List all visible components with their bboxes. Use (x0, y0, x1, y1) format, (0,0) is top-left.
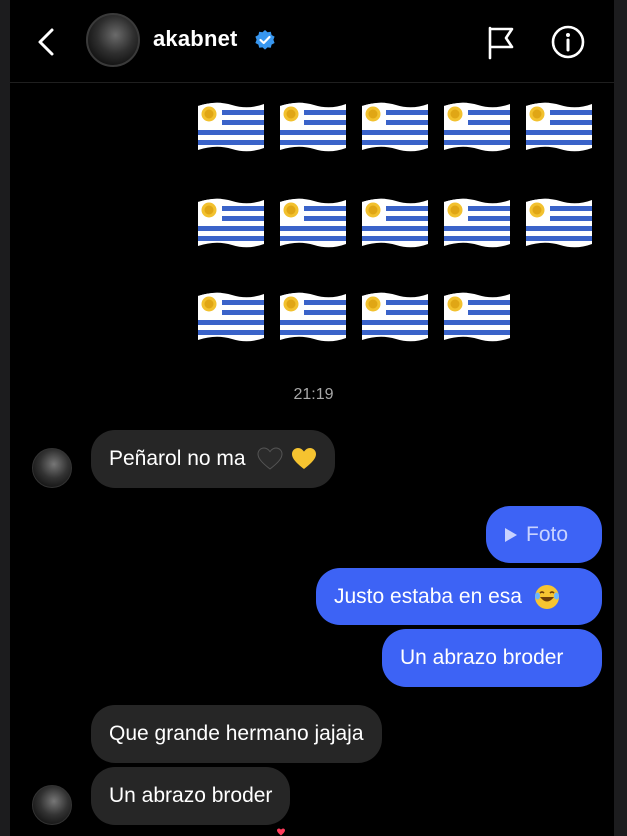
uruguay-flag-icon (524, 196, 594, 248)
black-heart-icon (257, 447, 283, 471)
uruguay-flag-icon (278, 196, 348, 248)
outgoing-message[interactable]: Justo estaba en esa (316, 568, 602, 625)
info-button[interactable] (550, 24, 586, 60)
message-timestamp: 21:19 (293, 386, 334, 403)
incoming-message[interactable]: Peñarol no ma (91, 430, 336, 488)
message-text: Peñarol no ma (109, 447, 246, 470)
heart-reaction-icon (277, 828, 285, 836)
message-text: Un abrazo broder (109, 784, 273, 807)
uruguay-flag-icon (442, 196, 512, 248)
uruguay-flag-icon (196, 290, 266, 342)
sender-avatar[interactable] (32, 785, 72, 825)
laughing-tears-icon (534, 585, 559, 610)
incoming-message[interactable]: Un abrazo broder (91, 767, 291, 825)
uruguay-flag-icon (360, 196, 430, 248)
frame-left-edge (0, 0, 10, 836)
message-text: Que grande hermano jajaja (109, 722, 364, 745)
uruguay-flag-icon (360, 290, 430, 342)
outgoing-message[interactable]: Un abrazo broder (382, 629, 602, 687)
verified-badge-icon (255, 30, 275, 50)
play-icon (505, 528, 517, 543)
photo-message[interactable]: Foto (486, 506, 602, 563)
chevron-left-icon (38, 28, 54, 56)
back-button[interactable] (28, 22, 64, 62)
profile-avatar[interactable] (86, 13, 140, 67)
uruguay-flag-icon (442, 290, 512, 342)
sender-avatar[interactable] (32, 448, 72, 488)
message-text: Un abrazo broder (400, 646, 564, 669)
photo-label: Foto (526, 523, 569, 546)
report-flag-button[interactable] (484, 24, 518, 60)
frame-right-edge (614, 0, 627, 836)
yellow-heart-icon (292, 448, 317, 470)
uruguay-flag-icon (196, 196, 266, 248)
username[interactable]: akabnet (153, 26, 238, 52)
incoming-message[interactable]: Que grande hermano jajaja (91, 705, 382, 763)
uruguay-flag-icon (360, 100, 430, 152)
flag-icon (488, 26, 514, 60)
info-icon (551, 25, 585, 59)
uruguay-flag-icon (196, 100, 266, 152)
uruguay-flag-icon (524, 100, 594, 152)
chat-header: akabnet (10, 0, 614, 83)
message-text: Justo estaba en esa (334, 585, 522, 608)
uruguay-flag-icon (442, 100, 512, 152)
uruguay-flag-icon (278, 290, 348, 342)
uruguay-flag-icon (278, 100, 348, 152)
